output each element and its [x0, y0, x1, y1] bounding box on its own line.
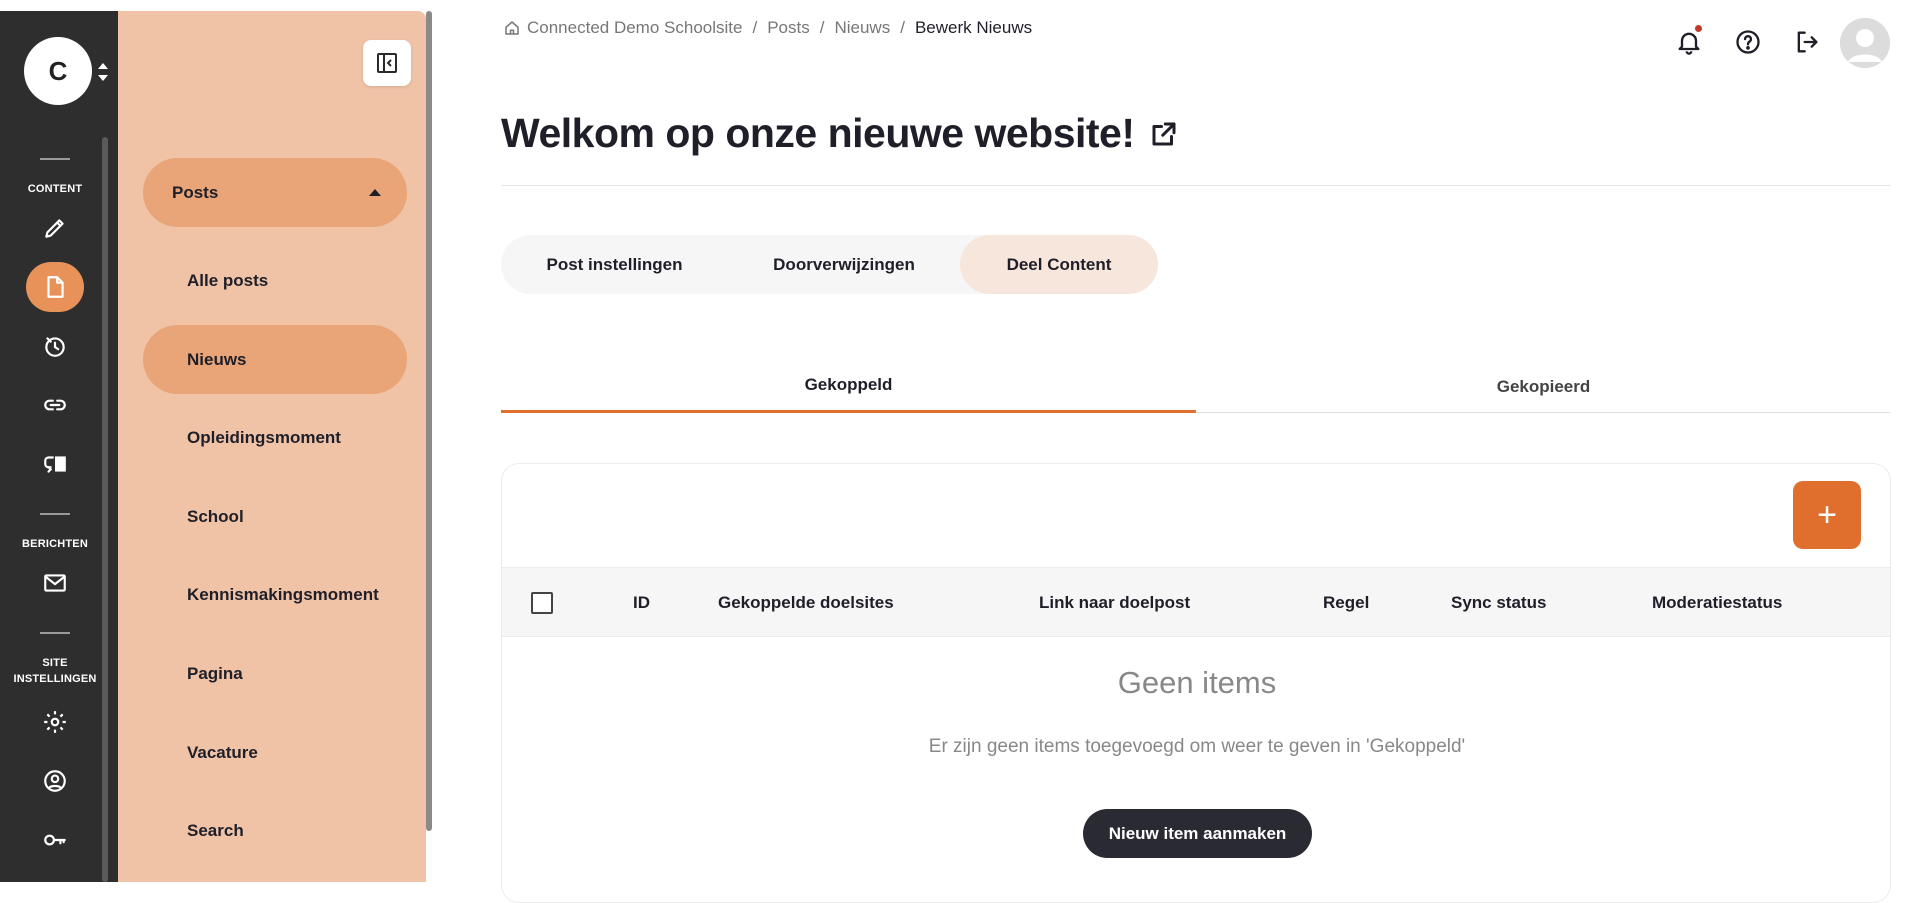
- breadcrumb-separator: /: [752, 18, 758, 37]
- sidebar-item-label: School: [187, 506, 244, 526]
- rail-section-site-instellingen: SITE INSTELLINGEN: [0, 655, 110, 687]
- rail-links-button[interactable]: [26, 380, 84, 430]
- notifications-button[interactable]: [1672, 25, 1706, 59]
- column-header-regel[interactable]: Regel: [1323, 568, 1369, 638]
- sidebar-item-kennismakingsmoment[interactable]: Kennismakingsmoment: [143, 560, 407, 629]
- sync-icon: [44, 456, 66, 473]
- rail-history-button[interactable]: [26, 321, 84, 371]
- pill-tab-bar: Post instellingen Doorverwijzingen Deel …: [501, 235, 1158, 294]
- sidebar-item-label: Search: [187, 820, 244, 840]
- rail-mail-button[interactable]: [26, 558, 84, 608]
- rail-edit-button[interactable]: [26, 203, 84, 253]
- sidebar-item-label: Kennismakingsmoment: [187, 584, 379, 604]
- sidebar-collapse-icon: [377, 53, 397, 73]
- column-header-moderatiestatus[interactable]: Moderatiestatus: [1652, 568, 1782, 638]
- sidebar-item-alle-posts[interactable]: Alle posts: [143, 246, 407, 315]
- rail-divider: [40, 632, 70, 634]
- gear-icon: [44, 711, 66, 733]
- pencil-icon: [45, 219, 64, 238]
- tab-gekopieerd[interactable]: Gekopieerd: [1196, 360, 1891, 413]
- sidebar-item-school[interactable]: School: [143, 482, 407, 551]
- sidebar-item-label: Nieuws: [187, 349, 247, 369]
- rail-scrollbar[interactable]: [102, 137, 108, 882]
- sidebar-item-vacature[interactable]: Vacature: [143, 718, 407, 787]
- icon-rail: C CONTENT BERICHTEN SITE INSTELLINGEN: [0, 11, 118, 882]
- help-icon: [1736, 30, 1760, 54]
- rail-section-line: INSTELLINGEN: [13, 673, 97, 685]
- breadcrumb-link[interactable]: Connected Demo Schoolsite: [527, 18, 742, 38]
- user-avatar[interactable]: [1840, 18, 1890, 68]
- linked-items-card: + ID Gekoppelde doelsites Link naar doel…: [501, 463, 1891, 903]
- external-link-icon[interactable]: [1149, 119, 1179, 149]
- sidebar-item-search[interactable]: Search: [143, 796, 407, 865]
- nav-group-label: Posts: [172, 182, 219, 202]
- sidebar-item-label: Pagina: [187, 663, 243, 683]
- rail-sync-button[interactable]: [26, 439, 84, 489]
- rail-divider: [40, 158, 70, 160]
- org-switcher-icon[interactable]: [96, 59, 110, 85]
- subnav-scrollbar[interactable]: [426, 11, 432, 831]
- rail-divider: [40, 513, 70, 515]
- rail-posts-button[interactable]: [26, 262, 84, 312]
- breadcrumb-link[interactable]: Nieuws: [834, 18, 890, 38]
- key-icon: [44, 834, 66, 846]
- breadcrumb-current: Bewerk Nieuws: [914, 18, 1033, 37]
- rail-section-berichten: BERICHTEN: [22, 538, 88, 550]
- tab-gekoppeld[interactable]: Gekoppeld: [501, 360, 1196, 413]
- caret-up-icon: [369, 189, 381, 196]
- add-item-button[interactable]: +: [1793, 481, 1861, 549]
- home-icon[interactable]: [503, 19, 521, 37]
- sub-tab-bar: Gekoppeld Gekopieerd: [501, 360, 1891, 413]
- collapse-sidebar-button[interactable]: [363, 40, 411, 86]
- empty-state-title: Geen items: [1117, 665, 1277, 700]
- sidebar-item-nieuws[interactable]: Nieuws: [143, 325, 407, 394]
- mail-icon: [44, 574, 66, 592]
- org-avatar[interactable]: C: [24, 37, 92, 105]
- history-icon: [45, 337, 65, 357]
- logout-icon: [1797, 31, 1818, 53]
- notification-dot: [1695, 25, 1702, 32]
- breadcrumb-separator: /: [819, 18, 825, 37]
- select-all-checkbox[interactable]: [531, 592, 553, 614]
- logout-button[interactable]: [1790, 25, 1824, 59]
- sidebar-item-pagina[interactable]: Pagina: [143, 639, 407, 708]
- sidebar-item-label: Opleidingsmoment: [187, 427, 341, 447]
- sidebar-item-label: Alle posts: [187, 270, 269, 290]
- user-avatar-icon: [1840, 18, 1890, 68]
- table-header: ID Gekoppelde doelsites Link naar doelpo…: [502, 567, 1890, 638]
- nav-group-posts[interactable]: Posts: [143, 158, 407, 227]
- column-header-id[interactable]: ID: [633, 568, 650, 638]
- column-header-sync-status[interactable]: Sync status: [1451, 568, 1546, 638]
- link-icon: [44, 399, 66, 411]
- breadcrumb-link[interactable]: Posts: [767, 18, 810, 38]
- tab-deel-content[interactable]: Deel Content: [960, 235, 1158, 294]
- sidebar-item-label: Vacature: [187, 742, 258, 762]
- tab-post-instellingen[interactable]: Post instellingen: [501, 235, 728, 294]
- column-header-link[interactable]: Link naar doelpost: [1039, 568, 1190, 638]
- sidebar-item-opleidingsmoment[interactable]: Opleidingsmoment: [143, 403, 407, 472]
- rail-section-line: SITE: [42, 657, 68, 669]
- breadcrumb: Connected Demo Schoolsite / Posts / Nieu…: [503, 18, 1032, 38]
- tab-doorverwijzingen[interactable]: Doorverwijzingen: [728, 235, 960, 294]
- page-title-text: Welkom op onze nieuwe website!: [501, 110, 1135, 156]
- new-item-button[interactable]: Nieuw item aanmaken: [1083, 809, 1312, 858]
- page-title: Welkom op onze nieuwe website!: [501, 110, 1179, 157]
- bell-icon: [1678, 32, 1700, 55]
- user-circle-icon: [44, 770, 66, 792]
- rail-account-button[interactable]: [26, 756, 84, 806]
- document-icon: [47, 276, 64, 298]
- rail-settings-button[interactable]: [26, 697, 84, 747]
- empty-state-description: Er zijn geen items toegevoegd om weer te…: [928, 736, 1466, 757]
- title-divider: [501, 185, 1891, 186]
- breadcrumb-separator: /: [900, 18, 905, 37]
- rail-keys-button[interactable]: [26, 815, 84, 865]
- help-button[interactable]: [1731, 25, 1765, 59]
- column-header-doelsites[interactable]: Gekoppelde doelsites: [718, 568, 894, 638]
- rail-section-content: CONTENT: [27, 183, 83, 195]
